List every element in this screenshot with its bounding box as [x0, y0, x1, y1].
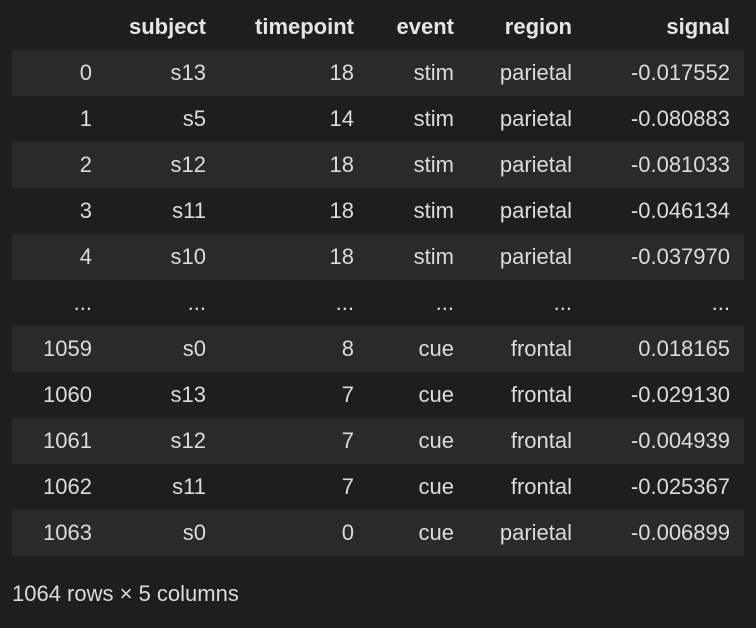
cell-timepoint: 7 — [341, 474, 354, 499]
table-row: 1059 s0 8 cue frontal 0.018165 — [12, 326, 744, 372]
cell-region: parietal — [499, 152, 572, 177]
table-row: 2 s12 18 stim parietal -0.081033 — [12, 142, 744, 188]
cell-event: stim — [413, 60, 454, 85]
cell-signal: -0.029130 — [630, 382, 730, 407]
cell-region: frontal — [510, 382, 572, 407]
cell-subject: s11 — [172, 198, 206, 223]
row-index: 4 — [79, 244, 92, 269]
cell-timepoint: 18 — [329, 152, 354, 177]
row-index: 1 — [79, 106, 92, 131]
column-header-region: region — [504, 14, 572, 39]
cell-event: cue — [418, 474, 454, 499]
cell-timepoint: 18 — [329, 244, 354, 269]
cell-subject: s13 — [170, 382, 206, 407]
cell-subject: ... — [187, 290, 206, 315]
cell-signal: -0.017552 — [630, 60, 730, 85]
column-header-signal: signal — [666, 14, 730, 39]
shape-summary: 1064 rows × 5 columns — [12, 581, 239, 606]
dataframe-table: subject timepoint event region signal 0 s… — [12, 4, 744, 556]
row-index: 3 — [79, 198, 92, 223]
row-index: ... — [73, 290, 92, 315]
cell-timepoint: 7 — [341, 428, 354, 453]
table-row: 1062 s11 7 cue frontal -0.025367 — [12, 464, 744, 510]
cell-subject: s0 — [182, 520, 206, 545]
cell-signal: -0.081033 — [630, 152, 730, 177]
cell-timepoint: 18 — [329, 60, 354, 85]
column-header-subject: subject — [128, 14, 206, 39]
row-index: 2 — [79, 152, 92, 177]
row-index: 1062 — [43, 474, 92, 499]
cell-signal: -0.037970 — [630, 244, 730, 269]
cell-event: stim — [413, 244, 454, 269]
cell-subject: s5 — [182, 106, 206, 131]
row-index: 1061 — [43, 428, 92, 453]
table-row: 3 s11 18 stim parietal -0.046134 — [12, 188, 744, 234]
cell-region: frontal — [510, 428, 572, 453]
cell-subject: s11 — [172, 474, 206, 499]
cell-subject: s10 — [170, 244, 206, 269]
column-header-timepoint: timepoint — [255, 14, 354, 39]
cell-timepoint: 0 — [341, 520, 354, 545]
cell-region: parietal — [499, 198, 572, 223]
table-row: .................. — [12, 280, 744, 326]
cell-signal: -0.080883 — [630, 106, 730, 131]
cell-subject: s0 — [182, 336, 206, 361]
table-row: 4 s10 18 stim parietal -0.037970 — [12, 234, 744, 280]
cell-timepoint: 7 — [341, 382, 354, 407]
row-index: 1059 — [43, 336, 92, 361]
cell-subject: s13 — [170, 60, 206, 85]
cell-timepoint: 18 — [329, 198, 354, 223]
cell-subject: s12 — [170, 428, 206, 453]
cell-event: stim — [413, 152, 454, 177]
cell-signal: -0.004939 — [630, 428, 730, 453]
cell-timepoint: 14 — [329, 106, 354, 131]
cell-signal: -0.025367 — [630, 474, 730, 499]
cell-region: parietal — [499, 520, 572, 545]
row-index: 1063 — [43, 520, 92, 545]
row-index: 1060 — [43, 382, 92, 407]
cell-signal: -0.006899 — [630, 520, 730, 545]
cell-timepoint: 8 — [341, 336, 354, 361]
cell-event: stim — [413, 198, 454, 223]
cell-event: cue — [418, 428, 454, 453]
cell-region: frontal — [510, 474, 572, 499]
cell-event: cue — [418, 336, 454, 361]
cell-region: frontal — [510, 336, 572, 361]
table-body: 0 s13 18 stim parietal -0.017552 1 s5 14 stim pari… — [12, 50, 744, 556]
cell-region: parietal — [499, 106, 572, 131]
cell-signal: -0.046134 — [630, 198, 730, 223]
index-header — [12, 4, 106, 50]
cell-region: ... — [553, 290, 572, 315]
table-row: 1060 s13 7 cue frontal -0.029130 — [12, 372, 744, 418]
header-row: subject timepoint event region signal — [12, 4, 744, 50]
table-row: 1063 s0 0 cue parietal -0.006899 — [12, 510, 744, 556]
table-row: 1061 s12 7 cue frontal -0.004939 — [12, 418, 744, 464]
row-index: 0 — [79, 60, 92, 85]
cell-event: ... — [435, 290, 454, 315]
table-row: 1 s5 14 stim parietal -0.080883 — [12, 96, 744, 142]
cell-event: cue — [418, 382, 454, 407]
cell-event: cue — [418, 520, 454, 545]
dataframe-output: subject timepoint event region signal 0 s… — [0, 0, 756, 628]
cell-region: parietal — [499, 60, 572, 85]
cell-signal: 0.018165 — [638, 336, 730, 361]
cell-timepoint: ... — [335, 290, 354, 315]
table-row: 0 s13 18 stim parietal -0.017552 — [12, 50, 744, 96]
table-header: subject timepoint event region signal — [12, 4, 744, 50]
cell-event: stim — [413, 106, 454, 131]
column-header-event: event — [396, 14, 454, 39]
cell-signal: ... — [711, 290, 730, 315]
cell-subject: s12 — [170, 152, 206, 177]
cell-region: parietal — [499, 244, 572, 269]
